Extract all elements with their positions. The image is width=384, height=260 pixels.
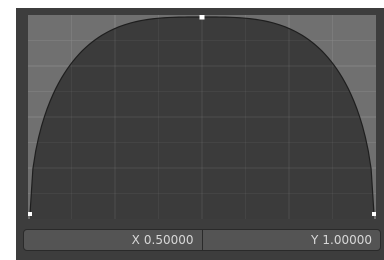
x-coordinate-field[interactable]: X 0.50000 [24, 230, 202, 250]
curve-canvas[interactable] [28, 15, 376, 219]
y-coordinate-field[interactable]: Y 1.00000 [201, 230, 381, 250]
x-label: X [131, 233, 140, 247]
control-point-selected[interactable] [199, 15, 205, 20]
x-value: 0.50000 [143, 233, 194, 247]
curve-editor[interactable] [28, 15, 376, 219]
y-value: 1.00000 [322, 233, 372, 247]
control-point[interactable] [28, 212, 32, 216]
y-label: Y [311, 233, 319, 247]
coordinate-fields: X 0.50000 Y 1.00000 [23, 229, 381, 251]
control-point[interactable] [372, 212, 376, 216]
